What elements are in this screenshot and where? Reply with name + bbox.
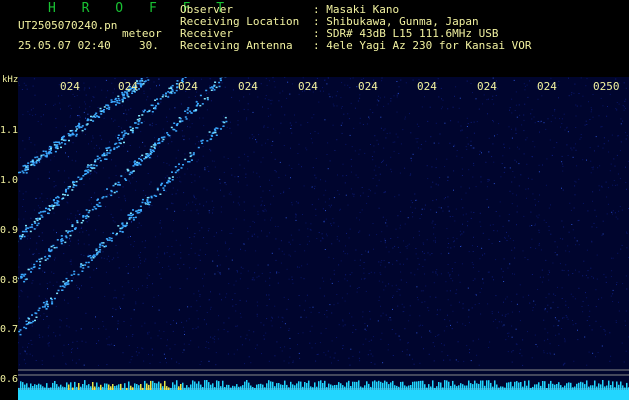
x-tick-label: 024 <box>118 80 138 93</box>
station-info: Observer: Masaki Kano Receiving Location… <box>180 4 532 52</box>
x-tick-label: 024 <box>358 80 378 93</box>
y-tick-label: 0.7 <box>0 324 19 335</box>
x-tick-label: 024 <box>238 80 258 93</box>
spectrogram-canvas <box>18 77 629 400</box>
spectrogram-plot <box>18 77 629 400</box>
x-tick-label: 024 <box>537 80 557 93</box>
seconds-label: 30. <box>139 39 159 52</box>
x-tick-label: 024 <box>417 80 437 93</box>
x-tick-label: 0250 <box>593 80 620 93</box>
header-panel: H R O F F T UT2505070240.pn meteor 25.05… <box>0 0 629 76</box>
x-tick-label: 024 <box>298 80 318 93</box>
x-tick-label: 024 <box>477 80 497 93</box>
y-tick-label: 1.1 <box>0 125 19 136</box>
baseline-band <box>18 390 629 400</box>
y-tick-label: 1.0 <box>0 175 19 186</box>
filename-label: UT2505070240.pn <box>18 19 118 32</box>
info-row-antenna: Receiving Antenna: 4ele Yagi Az 230 for … <box>180 39 532 52</box>
timestamp-label: 25.05.07 02:40 <box>18 39 111 52</box>
unit-label: kHz <box>2 75 19 85</box>
x-tick-label: 024 <box>60 80 80 93</box>
y-tick-label: 0.8 <box>0 275 19 286</box>
y-tick-label: 0.6 <box>0 374 19 385</box>
y-tick-label: 0.9 <box>0 225 19 236</box>
x-tick-label: 024 <box>178 80 198 93</box>
